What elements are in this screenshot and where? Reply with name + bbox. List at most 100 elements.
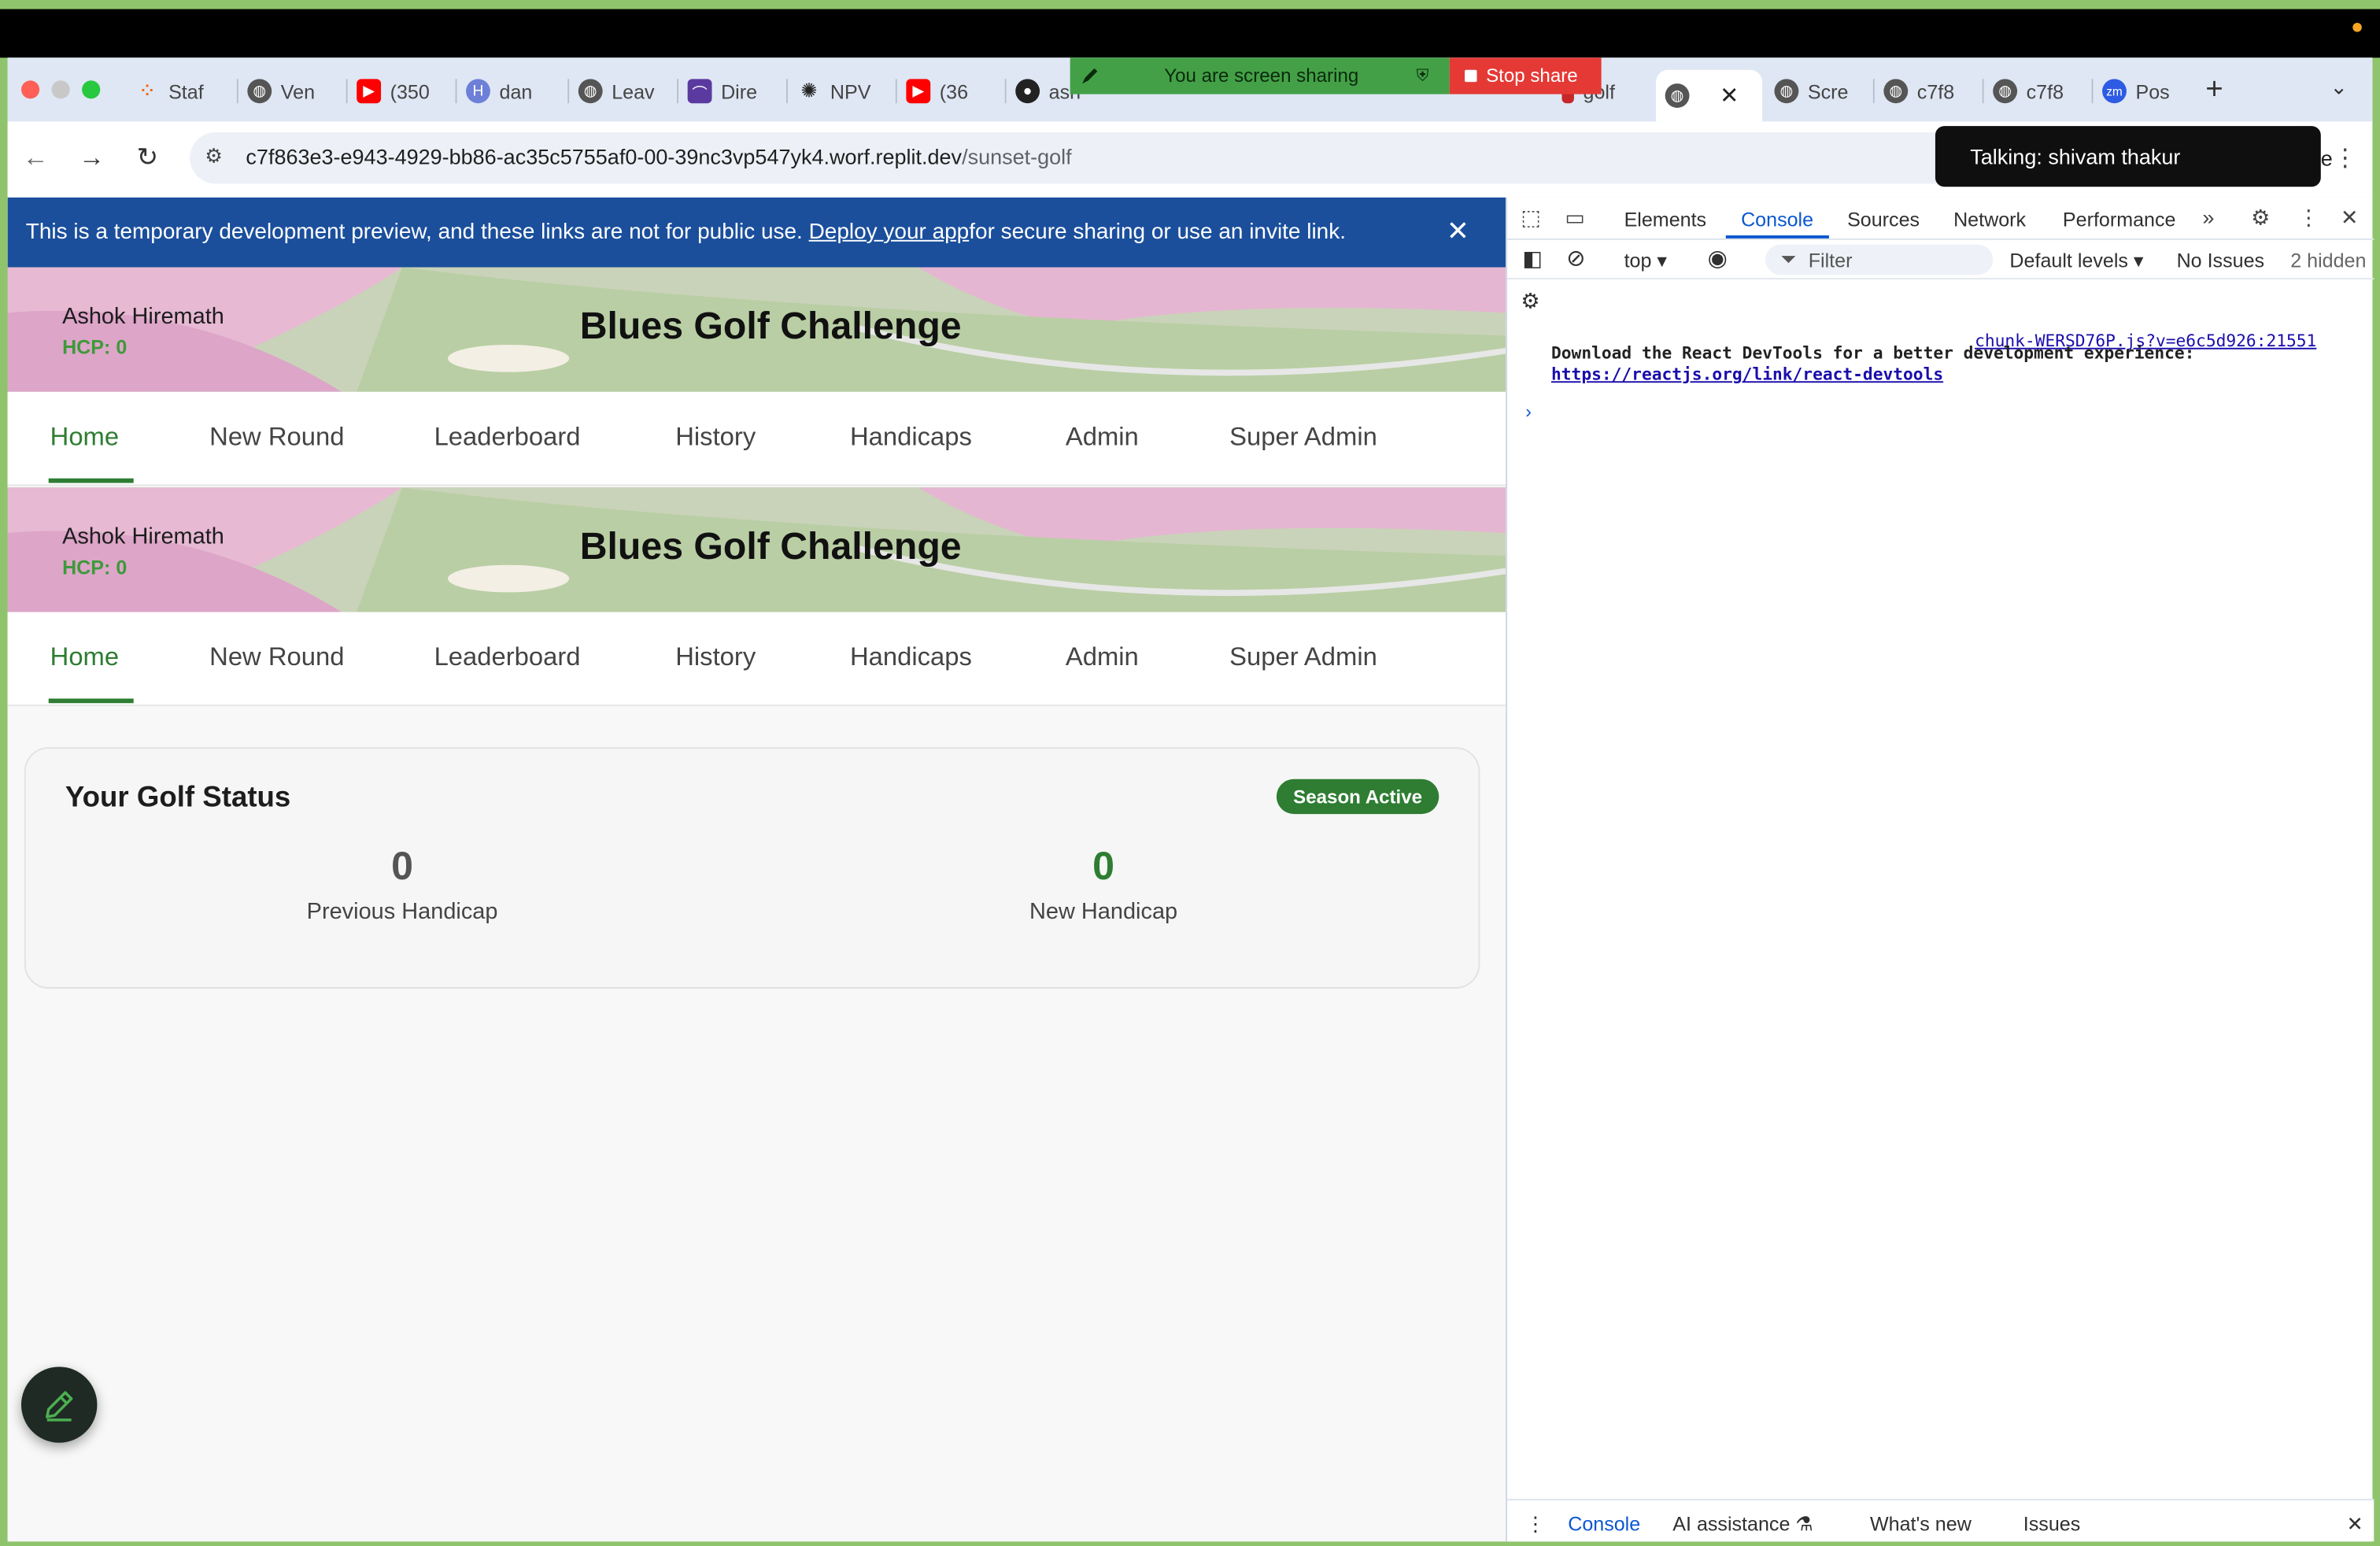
browser-tab[interactable]: ▶ (350 — [348, 70, 457, 113]
more-tabs-chevron-icon[interactable]: » — [2202, 205, 2214, 229]
console-filter-input[interactable]: ⏷ Filter — [1765, 244, 1994, 276]
nav-new-round[interactable]: New Round — [209, 422, 344, 453]
globe-icon: ◍ — [1993, 79, 2018, 104]
drawer-menu-icon[interactable]: ⋮ — [1525, 1513, 1545, 1537]
previous-handicap-value: 0 — [391, 842, 414, 889]
devtools-tab-sources[interactable]: Sources — [1847, 208, 1920, 231]
stop-share-button[interactable]: Stop share — [1449, 57, 1602, 94]
browser-tab[interactable]: ◍ Ven — [238, 70, 348, 113]
active-tab-underline — [48, 698, 134, 704]
shield-icon: ⛨ — [1416, 65, 1429, 85]
nav-history[interactable]: History — [675, 642, 756, 673]
inspect-element-icon[interactable]: ⬚ — [1521, 205, 1541, 231]
ai-assistance-label: AI assistance — [1672, 1512, 1791, 1536]
browser-tab[interactable]: ◍ c7f8 — [1984, 70, 2094, 113]
deploy-link[interactable]: Deploy your app — [809, 220, 970, 245]
live-expression-eye-icon[interactable]: ◉ — [1708, 245, 1728, 272]
tab-label: (350 — [390, 80, 430, 103]
browser-tab[interactable]: ⌒ Dire — [678, 70, 788, 113]
browser-tab[interactable]: ◍ Scre — [1765, 70, 1875, 113]
nav-super-admin[interactable]: Super Admin — [1229, 422, 1377, 453]
tab-label: c7f8 — [2026, 80, 2064, 103]
devtools-tab-console[interactable]: Console — [1741, 208, 1813, 231]
nav-history[interactable]: History — [675, 422, 756, 453]
edit-fab-button[interactable] — [20, 1367, 98, 1443]
active-tab-underline — [1725, 235, 1829, 239]
device-toolbar-icon[interactable]: ▭ — [1565, 205, 1585, 231]
previous-handicap-stat: 0 Previous Handicap — [220, 843, 585, 925]
maximize-window-button[interactable] — [82, 80, 101, 99]
devtools-menu-icon[interactable]: ⋮ — [2298, 205, 2319, 231]
back-arrow-icon[interactable]: ← — [23, 142, 49, 173]
nav-leaderboard[interactable]: Leaderboard — [434, 642, 581, 673]
tab-search-chevron-icon[interactable]: ⌄ — [2330, 75, 2348, 101]
active-tab-underline — [48, 478, 134, 483]
close-window-button[interactable] — [20, 80, 40, 99]
url-host: c7f863e3-e943-4929-bb86-ac35c5755af0-00-… — [246, 144, 963, 169]
browser-tab[interactable]: ◍ c7f8 — [1875, 70, 1984, 113]
minimize-window-button[interactable] — [51, 80, 70, 99]
nav-home[interactable]: Home — [50, 642, 119, 673]
close-drawer-icon[interactable]: ✕ — [2347, 1513, 2363, 1537]
new-handicap-value: 0 — [1092, 842, 1115, 889]
devtools-tab-performance[interactable]: Performance — [2063, 208, 2176, 231]
status-badge: Season Active — [1276, 779, 1439, 815]
close-tab-icon[interactable]: ✕ — [1720, 82, 1739, 109]
card-title: Your Golf Status — [65, 782, 291, 815]
browser-tab[interactable]: ✺ NPV — [788, 70, 897, 113]
drawer-tab-whats-new[interactable]: What's new — [1870, 1513, 1972, 1536]
site-settings-icon[interactable]: ⚙ — [205, 144, 222, 168]
nav-home[interactable]: Home — [50, 422, 119, 453]
nav-admin[interactable]: Admin — [1066, 422, 1139, 453]
nav-leaderboard[interactable]: Leaderboard — [434, 422, 581, 453]
browser-menu-icon[interactable]: ⋮ — [2333, 142, 2357, 173]
nav-super-admin[interactable]: Super Admin — [1229, 642, 1377, 673]
tab-label: NPV — [830, 80, 871, 103]
context-selector[interactable]: top ▾ — [1624, 249, 1667, 273]
replit-icon: ⁘ — [140, 83, 154, 100]
sidebar-toggle-icon[interactable]: ◧ — [1522, 246, 1543, 272]
globe-icon: ◍ — [247, 79, 272, 104]
devtools-tab-network[interactable]: Network — [1953, 208, 2026, 231]
browser-tab[interactable]: ⁘ Staf — [126, 70, 238, 113]
log-levels-dropdown[interactable]: Default levels ▾ — [2009, 249, 2143, 273]
devtools-tab-elements[interactable]: Elements — [1624, 208, 1707, 231]
profile-letter[interactable]: e — [2321, 146, 2333, 170]
console-toolbar: ◧ ⊘ top ▾ ◉ ⏷ Filter Default levels ▾ No… — [1507, 240, 2374, 279]
close-banner-icon[interactable]: ✕ — [1447, 216, 1469, 248]
context-label: top — [1624, 249, 1652, 272]
console-message: Download the React DevTools for a better… — [1550, 343, 2195, 364]
nav-new-round[interactable]: New Round — [209, 642, 344, 673]
new-tab-button[interactable]: + — [2205, 73, 2223, 108]
reload-icon[interactable]: ↻ — [137, 142, 158, 173]
issues-count[interactable]: No Issues — [2177, 249, 2264, 272]
forward-arrow-icon[interactable]: → — [79, 142, 105, 173]
hcp-value: HCP: 0 — [62, 556, 128, 579]
drawer-tab-ai-assistance[interactable]: AI assistance ⚗ — [1672, 1513, 1813, 1537]
app-title: Blues Golf Challenge — [579, 305, 962, 348]
browser-tab[interactable]: H dan — [456, 70, 570, 113]
levels-label: Default levels — [2009, 249, 2128, 272]
nav-admin[interactable]: Admin — [1066, 642, 1139, 673]
nav-handicaps[interactable]: Handicaps — [850, 422, 972, 453]
browser-tab[interactable]: ◍ Leav — [569, 70, 679, 113]
settings-gear-icon[interactable]: ⚙ — [2251, 205, 2270, 231]
react-devtools-link[interactable]: https://reactjs.org/link/react-devtools — [1551, 364, 1943, 384]
browser-tab[interactable]: zm Pos — [2093, 70, 2196, 113]
globe-icon: ◍ — [1774, 79, 1799, 104]
browser-tab[interactable]: ▶ (36 — [897, 70, 1007, 113]
browser-tab-active[interactable]: ◍ ✕ — [1656, 69, 1763, 122]
clear-console-icon[interactable]: ⊘ — [1566, 245, 1585, 272]
close-devtools-icon[interactable]: ✕ — [2341, 205, 2359, 231]
console-settings-gear-icon[interactable]: ⚙ — [1521, 289, 1539, 315]
pencil-icon — [46, 1391, 73, 1422]
globe-icon: ◍ — [1665, 83, 1690, 108]
nav-handicaps[interactable]: Handicaps — [850, 642, 972, 673]
tab-strip: ⁘ Staf ◍ Ven ▶ (350 H dan ◍ Leav ⌒ Dire — [7, 57, 2373, 122]
url-field[interactable]: ⚙ c7f863e3-e943-4929-bb86-ac35c5755af0-0… — [190, 131, 1966, 184]
console-prompt-chevron-icon[interactable]: › — [1525, 401, 1532, 422]
drawer-tab-issues[interactable]: Issues — [2023, 1513, 2080, 1536]
drawer-tab-console[interactable]: Console — [1568, 1513, 1640, 1536]
app-title: Blues Golf Challenge — [579, 525, 962, 568]
filter-icon: ⏷ — [1780, 247, 1797, 271]
